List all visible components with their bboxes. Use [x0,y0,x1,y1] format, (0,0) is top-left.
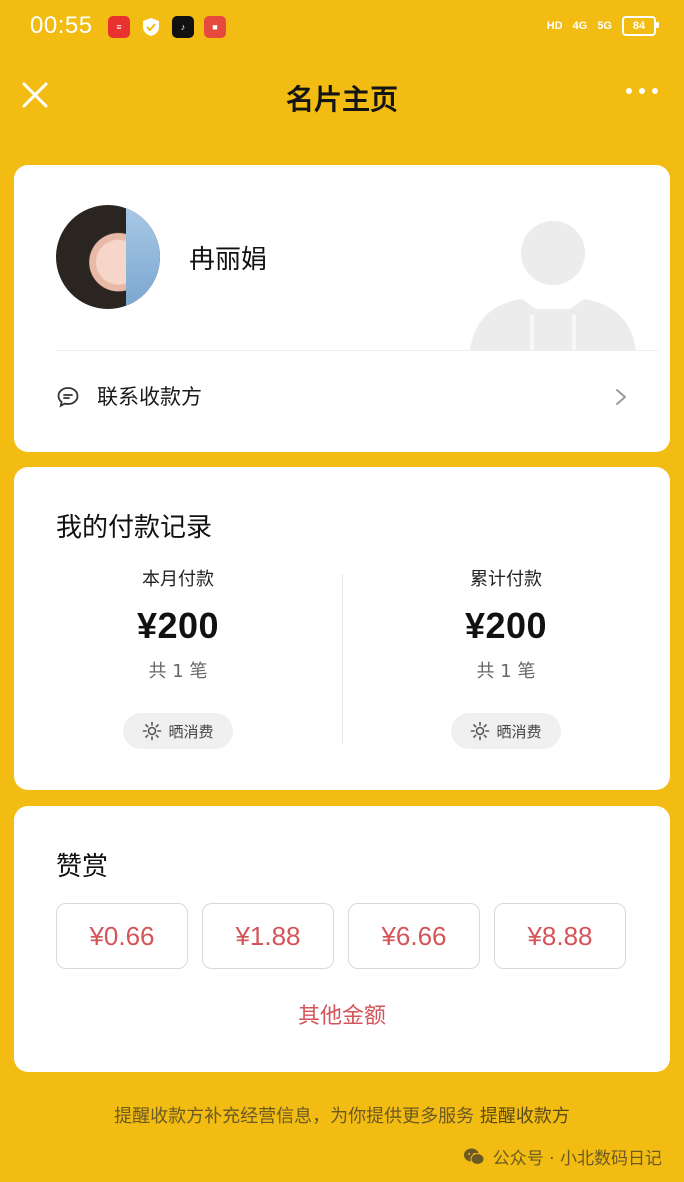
contact-payee-label: 联系收款方 [97,385,202,409]
more-button[interactable] [626,88,658,94]
share-consumption-button[interactable]: 晒消费 [123,713,233,749]
reward-amount-button[interactable]: ¥1.88 [202,903,334,969]
wechat-icon [463,1148,485,1165]
reward-card: 赞赏 ¥0.66 ¥1.88 ¥6.66 ¥8.88 其他金额 [14,806,670,1072]
share-consumption-label: 晒消费 [168,722,214,741]
footer-text: 提醒收款方补充经营信息，为你提供更多服务 [114,1106,475,1127]
person-silhouette-icon [470,221,636,351]
total-payment-stat: 累计付款 ¥200 共 1 笔 晒消费 [342,565,670,749]
month-payment-count: 共 1 笔 [148,661,208,682]
month-payment-label: 本月付款 [142,569,214,590]
month-payment-stat: 本月付款 ¥200 共 1 笔 晒消费 [14,565,342,749]
sun-icon [471,721,490,741]
page-title: 名片主页 [285,83,398,116]
total-payment-amount: ¥200 [464,605,548,646]
watermark-text: 公众号 · 小北数码日记 [492,1149,662,1169]
chat-icon [57,387,79,408]
status-time: 00:55 [30,12,93,39]
4g-signal-icon: 4G [572,20,588,32]
battery-icon: 84 [622,16,659,36]
footer-notice: 提醒收款方补充经营信息，为你提供更多服务 提醒收款方 [0,1102,684,1128]
other-amount-link[interactable]: 其他金额 [14,998,670,1030]
shield-icon [140,16,162,38]
notification-icons: ≡ ♪ ■ [108,16,226,38]
share-consumption-label: 晒消费 [496,722,542,741]
payment-record-card: 我的付款记录 本月付款 ¥200 共 1 笔 晒消费 累计付款 ¥200 共 1… [14,467,670,790]
total-payment-count: 共 1 笔 [476,661,536,682]
profile-card: 冉丽娟 联系收款方 [14,165,670,452]
reward-amount-options: ¥0.66 ¥1.88 ¥6.66 ¥8.88 [56,903,626,969]
more-icon [626,88,632,94]
sun-icon [143,721,162,741]
hd-icon: HD [546,20,563,32]
title-bar: 名片主页 [0,60,684,134]
status-bar: 00:55 ≡ ♪ ■ HD 4G 5G 84 [0,0,684,56]
remind-payee-link[interactable]: 提醒收款方 [480,1106,570,1127]
total-payment-label: 累计付款 [470,569,542,590]
share-consumption-button[interactable]: 晒消费 [451,713,561,749]
tiktok-icon: ♪ [172,16,194,38]
reward-amount-button[interactable]: ¥6.66 [348,903,480,969]
payment-record-title: 我的付款记录 [56,513,213,543]
reward-amount-button[interactable]: ¥0.66 [56,903,188,969]
news-notification-icon: ■ [204,16,226,38]
system-icons: HD 4G 5G 84 [546,16,659,36]
5g-signal-icon: 5G [597,20,612,32]
battery-level: 84 [632,20,646,32]
app-notification-icon: ≡ [108,16,130,38]
avatar[interactable] [56,205,160,309]
payee-name: 冉丽娟 [189,245,268,275]
contact-payee-row[interactable]: 联系收款方 [14,351,670,436]
watermark: 公众号 · 小北数码日记 [463,1144,662,1169]
reward-title: 赞赏 [56,852,109,882]
month-payment-amount: ¥200 [136,605,220,646]
chevron-right-icon [616,389,626,405]
reward-amount-button[interactable]: ¥8.88 [494,903,626,969]
